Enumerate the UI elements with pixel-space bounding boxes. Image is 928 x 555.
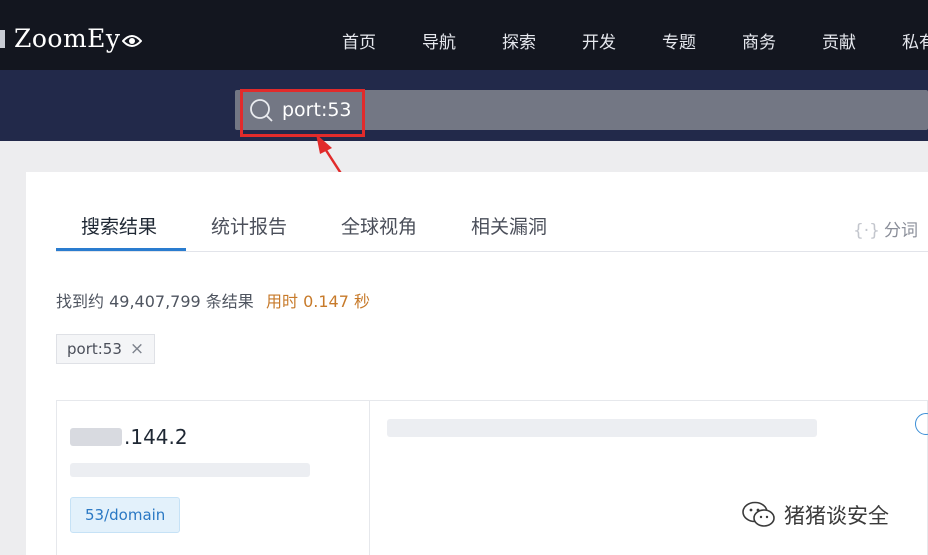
tab-global-view[interactable]: 全球视角 xyxy=(341,212,417,239)
result-ip-text: .144.2 xyxy=(124,425,188,449)
result-count: 找到约 49,407,799 条结果 xyxy=(56,292,254,311)
nav-item-topics[interactable]: 专题 xyxy=(662,28,696,53)
wechat-icon xyxy=(742,501,775,527)
nav-item-explore[interactable]: 探索 xyxy=(502,28,536,53)
tokenize-button[interactable]: {·} 分词 xyxy=(853,216,918,241)
result-tabs: 搜索结果 统计报告 全球视角 相关漏洞 {·} 分词 xyxy=(56,212,928,252)
nav-item-navigation[interactable]: 导航 xyxy=(422,28,456,53)
service-badge-label: 53/domain xyxy=(85,506,166,524)
result-ip[interactable]: .144.2 xyxy=(70,425,188,449)
search-band xyxy=(0,70,928,141)
filter-tag[interactable]: port:53 × xyxy=(56,334,156,364)
expand-icon[interactable] xyxy=(915,413,928,435)
results-card: 搜索结果 统计报告 全球视角 相关漏洞 {·} 分词 找到约 49,407,799… xyxy=(26,172,928,555)
top-navbar: ZoomEy 首页 导航 探索 开发 专题 商务 贡献 私有 xyxy=(0,0,928,80)
braces-icon: {·} xyxy=(852,221,880,241)
watermark: 猪猪谈安全 xyxy=(742,500,889,530)
result-item: .144.2 53/domain xyxy=(56,400,928,555)
tokenize-label: 分词 xyxy=(884,221,918,241)
redacted-banner xyxy=(387,419,817,437)
filter-tag-label: port:53 xyxy=(67,340,122,358)
nav-item-develop[interactable]: 开发 xyxy=(582,28,616,53)
eye-icon xyxy=(121,34,142,47)
logo-mark xyxy=(0,30,5,48)
tab-vulnerabilities[interactable]: 相关漏洞 xyxy=(471,212,547,239)
result-host-column: .144.2 53/domain xyxy=(57,401,370,555)
nav-item-business[interactable]: 商务 xyxy=(742,28,776,53)
nav-item-private[interactable]: 私有 xyxy=(902,28,928,53)
active-tab-indicator xyxy=(56,248,186,251)
tab-search-results[interactable]: 搜索结果 xyxy=(81,212,157,239)
logo-text: ZoomEy xyxy=(14,24,121,53)
redacted-hostname xyxy=(70,463,310,477)
result-time: 用时 0.147 秒 xyxy=(266,292,370,311)
nav-item-contribute[interactable]: 贡献 xyxy=(822,28,856,53)
close-icon[interactable]: × xyxy=(130,339,144,359)
search-input[interactable] xyxy=(282,90,882,130)
logo[interactable]: ZoomEy xyxy=(14,24,142,53)
tab-statistics[interactable]: 统计报告 xyxy=(211,212,287,239)
service-badge[interactable]: 53/domain xyxy=(70,497,181,533)
nav-item-home[interactable]: 首页 xyxy=(342,28,376,53)
redacted-ip-prefix xyxy=(70,428,122,446)
watermark-text: 猪猪谈安全 xyxy=(784,504,889,528)
